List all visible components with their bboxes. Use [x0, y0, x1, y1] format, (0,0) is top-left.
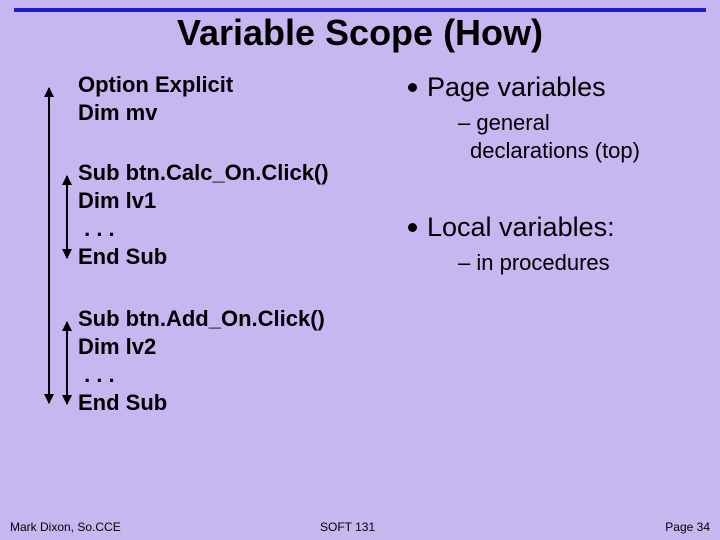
bullet-dot-icon — [408, 223, 417, 232]
code-line-3: Sub btn.Calc_On.Click() — [78, 160, 329, 186]
scope-arrow-local-2 — [66, 322, 68, 404]
code-line-7: Sub btn.Add_On.Click() — [78, 306, 325, 332]
footer-left: Mark Dixon, So.CCE — [10, 520, 121, 534]
bullet-local-variables: Local variables: — [408, 212, 615, 243]
bullet-text: Page variables — [427, 72, 606, 103]
scope-arrow-local-1 — [66, 176, 68, 258]
subbullet-text: – general — [458, 110, 550, 136]
bullet-page-variables: Page variables — [408, 72, 606, 103]
footer-right: Page 34 — [665, 520, 710, 534]
code-line-8: Dim lv2 — [78, 334, 156, 360]
subbullet-general-a: – general — [458, 110, 550, 136]
code-line-1: Option Explicit — [78, 72, 233, 98]
code-line-6: End Sub — [78, 244, 167, 270]
subbullet-text: – in procedures — [458, 250, 610, 276]
subbullet-in-procedures: – in procedures — [458, 250, 610, 276]
code-line-4: Dim lv1 — [78, 188, 156, 214]
code-line-9: . . . — [78, 362, 115, 388]
scope-arrow-page — [48, 88, 50, 403]
subbullet-general-b: declarations (top) — [470, 138, 640, 164]
subbullet-text: declarations (top) — [470, 138, 640, 164]
bullet-dot-icon — [408, 83, 417, 92]
code-line-5: . . . — [78, 216, 115, 242]
footer-center: SOFT 131 — [320, 520, 375, 534]
bullet-text: Local variables: — [427, 212, 615, 243]
slide-title: Variable Scope (How) — [0, 12, 720, 54]
code-line-10: End Sub — [78, 390, 167, 416]
code-line-2: Dim mv — [78, 100, 157, 126]
